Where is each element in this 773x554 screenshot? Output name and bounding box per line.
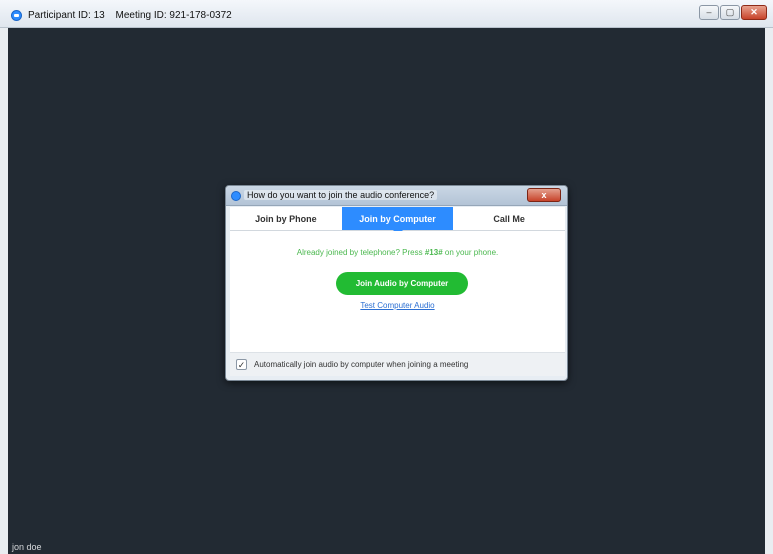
maximize-button[interactable]: ▢ xyxy=(720,5,740,20)
hint-prefix: Already joined by telephone? Press xyxy=(296,248,425,257)
window-left-edge xyxy=(0,28,8,554)
audio-join-dialog: How do you want to join the audio confer… xyxy=(225,185,568,381)
dialog-close-button[interactable]: x xyxy=(527,188,561,202)
tab-call-me[interactable]: Call Me xyxy=(453,207,565,230)
tab-join-by-phone[interactable]: Join by Phone xyxy=(230,207,342,230)
dialog-app-icon xyxy=(231,191,241,201)
zoom-app-icon xyxy=(11,10,22,21)
window-titlebar: Participant ID: 13 Meeting ID: 921-178-0… xyxy=(0,0,773,28)
join-by-computer-panel: Already joined by telephone? Press #13# … xyxy=(230,231,565,352)
auto-join-label: Automatically join audio by computer whe… xyxy=(254,360,469,369)
participant-name-label: jon doe xyxy=(12,542,42,552)
meeting-id: Meeting ID: 921-178-0372 xyxy=(115,10,232,21)
audio-tabs: Join by Phone Join by Computer Call Me xyxy=(230,207,565,235)
tab-join-by-computer[interactable]: Join by Computer xyxy=(341,207,454,235)
auto-join-checkbox[interactable]: ✓ xyxy=(236,359,247,370)
dialog-title: How do you want to join the audio confer… xyxy=(244,190,438,200)
window-controls: – ▢ ✕ xyxy=(699,5,767,20)
participant-id: Participant ID: 13 xyxy=(28,10,105,21)
minimize-button[interactable]: – xyxy=(699,5,719,20)
join-audio-by-computer-button[interactable]: Join Audio by Computer xyxy=(336,272,468,295)
telephone-hint: Already joined by telephone? Press #13# … xyxy=(230,248,565,257)
hint-suffix: on your phone. xyxy=(442,248,499,257)
dialog-footer: ✓ Automatically join audio by computer w… xyxy=(230,352,565,376)
window-title: Participant ID: 13 Meeting ID: 921-178-0… xyxy=(28,10,240,21)
window-right-edge xyxy=(765,28,773,554)
hint-code: #13# xyxy=(424,248,443,257)
dialog-titlebar: How do you want to join the audio confer… xyxy=(226,186,567,206)
close-window-button[interactable]: ✕ xyxy=(741,5,767,20)
test-computer-audio-link[interactable]: Test Computer Audio xyxy=(230,301,565,310)
